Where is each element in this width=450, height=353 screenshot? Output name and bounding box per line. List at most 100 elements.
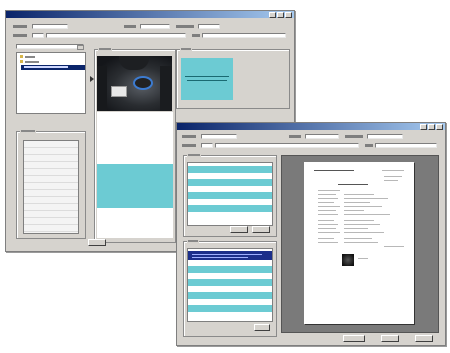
chevron-down-icon[interactable] <box>77 45 84 50</box>
front-lower-row-10[interactable] <box>188 312 272 321</box>
maximize-icon[interactable] <box>428 124 435 130</box>
arrow-right-icon <box>90 76 94 82</box>
doc-thumbnail-image <box>342 254 354 266</box>
back-window-title-bar <box>6 11 294 18</box>
front-upper-row-7[interactable] <box>188 205 272 212</box>
front-upper-row-1[interactable] <box>188 166 272 173</box>
back-detail-highlight <box>181 58 233 100</box>
front-label-2 <box>289 135 301 138</box>
doc-line <box>344 214 390 215</box>
front-window-title-bar <box>177 123 445 130</box>
back-lower-left-group-caption <box>20 129 36 134</box>
doc-line <box>318 190 340 191</box>
jacket-sleeve-right <box>160 66 172 111</box>
doc-line <box>344 194 374 195</box>
minimize-icon[interactable] <box>420 124 427 130</box>
doc-line <box>318 202 334 203</box>
back-field-5[interactable] <box>46 33 186 38</box>
back-label-1 <box>13 25 27 28</box>
front-field-5[interactable] <box>215 143 359 148</box>
doc-line <box>344 228 368 229</box>
back-image-group-caption <box>98 47 112 52</box>
folder-icon <box>20 55 23 58</box>
doc-line <box>344 198 388 199</box>
front-field-1[interactable] <box>201 134 237 139</box>
front-field-4[interactable] <box>201 143 213 148</box>
front-upper-row-3[interactable] <box>188 179 272 186</box>
close-icon[interactable] <box>436 124 443 130</box>
back-label-2 <box>124 25 136 28</box>
back-detail-group <box>176 47 290 109</box>
close-icon[interactable] <box>285 12 292 18</box>
jacket-badge <box>133 76 153 90</box>
doc-line <box>358 258 368 259</box>
back-detail-group-caption <box>180 47 192 52</box>
back-category-select[interactable] <box>16 44 84 49</box>
front-lower-row-7[interactable] <box>188 292 272 299</box>
back-label-5 <box>192 34 200 37</box>
back-image-row-1 <box>97 112 173 164</box>
back-field-1[interactable] <box>32 24 68 29</box>
front-field-3[interactable] <box>367 134 403 139</box>
back-lower-left-list[interactable] <box>23 140 79 234</box>
doc-line <box>318 194 336 195</box>
doc-line <box>318 220 334 221</box>
product-photo <box>97 56 172 111</box>
front-lower-list-caption <box>187 239 199 244</box>
back-lower-left-group <box>16 129 86 239</box>
doc-line <box>344 210 364 211</box>
back-window-controls <box>269 12 292 18</box>
front-lower-row-9[interactable] <box>188 305 272 312</box>
back-label-4 <box>13 34 27 37</box>
front-lower-list[interactable] <box>187 248 273 322</box>
back-field-6[interactable] <box>202 33 286 38</box>
front-button-3[interactable] <box>415 335 433 342</box>
front-upper-button-2[interactable] <box>252 226 270 233</box>
jacket-tag <box>111 86 127 97</box>
doc-line <box>344 220 374 221</box>
front-button-2[interactable] <box>381 335 399 342</box>
front-upper-list[interactable] <box>187 162 273 226</box>
front-lower-row-selected[interactable] <box>188 251 272 260</box>
front-lower-row-5[interactable] <box>188 279 272 286</box>
back-ok-button[interactable] <box>88 239 106 246</box>
doc-line <box>318 214 338 215</box>
doc-line <box>344 224 380 225</box>
jacket-collar <box>119 56 149 70</box>
doc-line <box>318 224 338 225</box>
doc-line <box>318 198 338 199</box>
doc-line <box>318 228 336 229</box>
front-upper-list-caption <box>187 153 201 158</box>
maximize-icon[interactable] <box>277 12 284 18</box>
front-lower-button[interactable] <box>254 324 270 331</box>
doc-line <box>318 238 334 239</box>
doc-line <box>384 176 402 177</box>
doc-line <box>344 238 372 239</box>
doc-line <box>338 184 368 185</box>
front-field-2[interactable] <box>305 134 339 139</box>
back-tree-panel[interactable] <box>16 52 86 114</box>
back-field-3[interactable] <box>198 24 220 29</box>
doc-line <box>344 232 384 233</box>
tree-item-selected[interactable] <box>21 65 85 70</box>
front-button-1[interactable] <box>343 335 365 342</box>
front-upper-row-8[interactable] <box>188 212 272 225</box>
front-lower-row-3[interactable] <box>188 266 272 273</box>
front-upper-button-1[interactable] <box>230 226 248 233</box>
back-field-4[interactable] <box>32 33 44 38</box>
document-preview-frame[interactable] <box>281 155 439 333</box>
front-field-6[interactable] <box>375 143 437 148</box>
minimize-icon[interactable] <box>269 12 276 18</box>
document-page-icon <box>304 162 414 324</box>
back-image-group <box>90 47 176 243</box>
doc-line <box>318 206 340 207</box>
front-label-1 <box>182 135 196 138</box>
doc-line <box>344 202 370 203</box>
front-upper-row-5[interactable] <box>188 192 272 199</box>
front-lower-list-group <box>183 239 277 337</box>
front-upper-list-group <box>183 153 277 237</box>
front-label-4 <box>182 144 196 147</box>
doc-line <box>382 170 404 171</box>
doc-title-line <box>314 170 354 171</box>
back-field-2[interactable] <box>140 24 170 29</box>
